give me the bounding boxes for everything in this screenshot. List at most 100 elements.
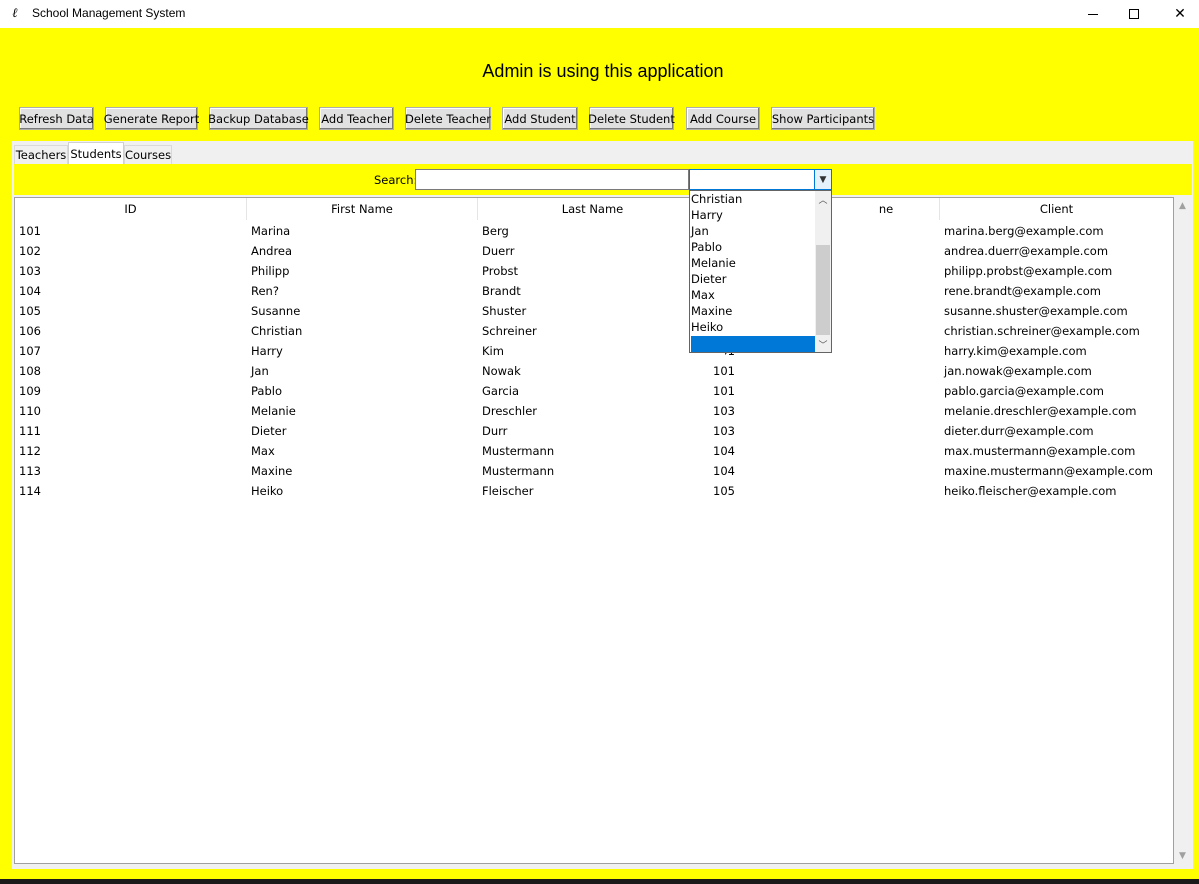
tab-students[interactable]: Students <box>68 142 124 164</box>
table-cell: 110 <box>19 404 41 418</box>
table-cell: heiko.fleischer@example.com <box>944 484 1117 498</box>
dropdown-option[interactable]: Jan <box>691 224 815 240</box>
table-cell: jan.nowak@example.com <box>944 364 1092 378</box>
table-cell: 101 <box>713 364 735 378</box>
search-combobox[interactable]: ▼ <box>689 169 832 190</box>
table-cell: Garcia <box>482 384 519 398</box>
generate-report-button[interactable]: Generate Report <box>104 107 199 130</box>
page-title: Admin is using this application <box>482 61 724 81</box>
table-cell: 107 <box>19 344 41 358</box>
column-header-first-name[interactable]: First Name <box>247 198 478 220</box>
table-cell: 112 <box>19 444 41 458</box>
table-cell: melanie.dreschler@example.com <box>944 404 1137 418</box>
scroll-up-icon[interactable]: ︿ <box>815 191 831 207</box>
table-cell: Nowak <box>482 364 521 378</box>
table-cell: andrea.duerr@example.com <box>944 244 1109 258</box>
table-cell: Philipp <box>251 264 290 278</box>
table-cell: Pablo <box>251 384 282 398</box>
table-cell: Durr <box>482 424 508 438</box>
show-participants-button[interactable]: Show Participants <box>771 107 875 130</box>
dropdown-option[interactable] <box>691 336 815 352</box>
delete-teacher-button[interactable]: Delete Teacher <box>405 107 491 130</box>
table-cell: Berg <box>482 224 509 238</box>
scroll-down-icon[interactable]: ▼ <box>1174 847 1191 864</box>
table-cell: Duerr <box>482 244 515 258</box>
table-cell: 101 <box>19 224 41 238</box>
maximize-icon <box>1129 9 1139 19</box>
add-student-button[interactable]: Add Student <box>502 107 578 130</box>
table-cell: harry.kim@example.com <box>944 344 1087 358</box>
table-cell: Andrea <box>251 244 293 258</box>
table-cell: 102 <box>19 244 41 258</box>
table-cell: Kim <box>482 344 504 358</box>
table-cell: susanne.shuster@example.com <box>944 304 1128 318</box>
add-teacher-button[interactable]: Add Teacher <box>319 107 394 130</box>
table-cell: Susanne <box>251 304 301 318</box>
search-input[interactable] <box>415 169 689 190</box>
scroll-up-icon[interactable]: ▲ <box>1174 197 1191 214</box>
table-cell: christian.schreiner@example.com <box>944 324 1140 338</box>
table-cell: 106 <box>19 324 41 338</box>
table-cell: 105 <box>713 484 735 498</box>
maximize-button[interactable] <box>1111 0 1157 28</box>
taskbar-edge <box>0 879 1199 884</box>
dropdown-option[interactable]: Christian <box>691 192 815 208</box>
minimize-button[interactable] <box>1070 0 1116 28</box>
backup-database-button[interactable]: Backup Database <box>208 107 309 130</box>
table-cell: 111 <box>19 424 41 438</box>
table-cell: 104 <box>713 464 735 478</box>
table-cell: Ren? <box>251 284 279 298</box>
table-cell: Brandt <box>482 284 521 298</box>
dropdown-option[interactable]: Heiko <box>691 320 815 336</box>
chevron-down-icon[interactable]: ▼ <box>814 170 831 189</box>
column-header-client[interactable]: Client <box>940 198 1173 220</box>
table-cell: Shuster <box>482 304 527 318</box>
table-cell: Probst <box>482 264 519 278</box>
table-cell: marina.berg@example.com <box>944 224 1104 238</box>
dropdown-option[interactable]: Harry <box>691 208 815 224</box>
dropdown-option[interactable]: Melanie <box>691 256 815 272</box>
feather-icon: ℓ <box>12 6 18 21</box>
table-cell: max.mustermann@example.com <box>944 444 1136 458</box>
table-cell: Dreschler <box>482 404 538 418</box>
table-cell: Melanie <box>251 404 296 418</box>
column-header-fragment: ne <box>878 202 894 216</box>
tab-teachers[interactable]: Teachers <box>14 145 68 164</box>
app-window: ℓ School Management System ✕ Admin is us… <box>0 0 1199 884</box>
combobox-dropdown: Christian Harry Jan Pablo Melanie Dieter Max Ma… <box>689 190 832 353</box>
window-title: School Management System <box>32 6 186 20</box>
column-header-id[interactable]: ID <box>15 198 247 220</box>
table-cell: 103 <box>19 264 41 278</box>
table-cell: Mustermann <box>482 444 555 458</box>
dropdown-option[interactable]: Pablo <box>691 240 815 256</box>
tab-courses[interactable]: Courses <box>124 145 172 164</box>
refresh-data-button[interactable]: Refresh Data <box>19 107 94 130</box>
table-cell: Christian <box>251 324 303 338</box>
table-cell: 108 <box>19 364 41 378</box>
scroll-thumb[interactable] <box>816 245 830 335</box>
column-header-last-name[interactable]: Last Name <box>478 198 708 220</box>
dropdown-option[interactable]: Dieter <box>691 272 815 288</box>
table-cell: philipp.probst@example.com <box>944 264 1113 278</box>
table-scrollbar[interactable]: ▲ ▼ <box>1174 197 1191 864</box>
table-cell: 109 <box>19 384 41 398</box>
table-cell: Marina <box>251 224 291 238</box>
table-cell: 103 <box>713 404 735 418</box>
table-cell: rene.brandt@example.com <box>944 284 1101 298</box>
table-cell: 103 <box>713 424 735 438</box>
table-cell: maxine.mustermann@example.com <box>944 464 1153 478</box>
dropdown-option[interactable]: Max <box>691 288 815 304</box>
delete-student-button[interactable]: Delete Student <box>588 107 675 130</box>
scroll-down-icon[interactable]: ﹀ <box>815 336 831 352</box>
table-cell: 113 <box>19 464 41 478</box>
close-icon: ✕ <box>1174 6 1186 22</box>
title-bar: ℓ School Management System ✕ <box>0 0 1199 28</box>
table-cell: Dieter <box>251 424 287 438</box>
dropdown-option[interactable]: Maxine <box>691 304 815 320</box>
add-course-button[interactable]: Add Course <box>686 107 760 130</box>
table-cell: Mustermann <box>482 464 555 478</box>
dropdown-scrollbar[interactable]: ︿ ﹀ <box>815 191 831 352</box>
table-cell: Jan <box>251 364 269 378</box>
close-button[interactable]: ✕ <box>1157 0 1199 28</box>
table-cell: Maxine <box>251 464 293 478</box>
